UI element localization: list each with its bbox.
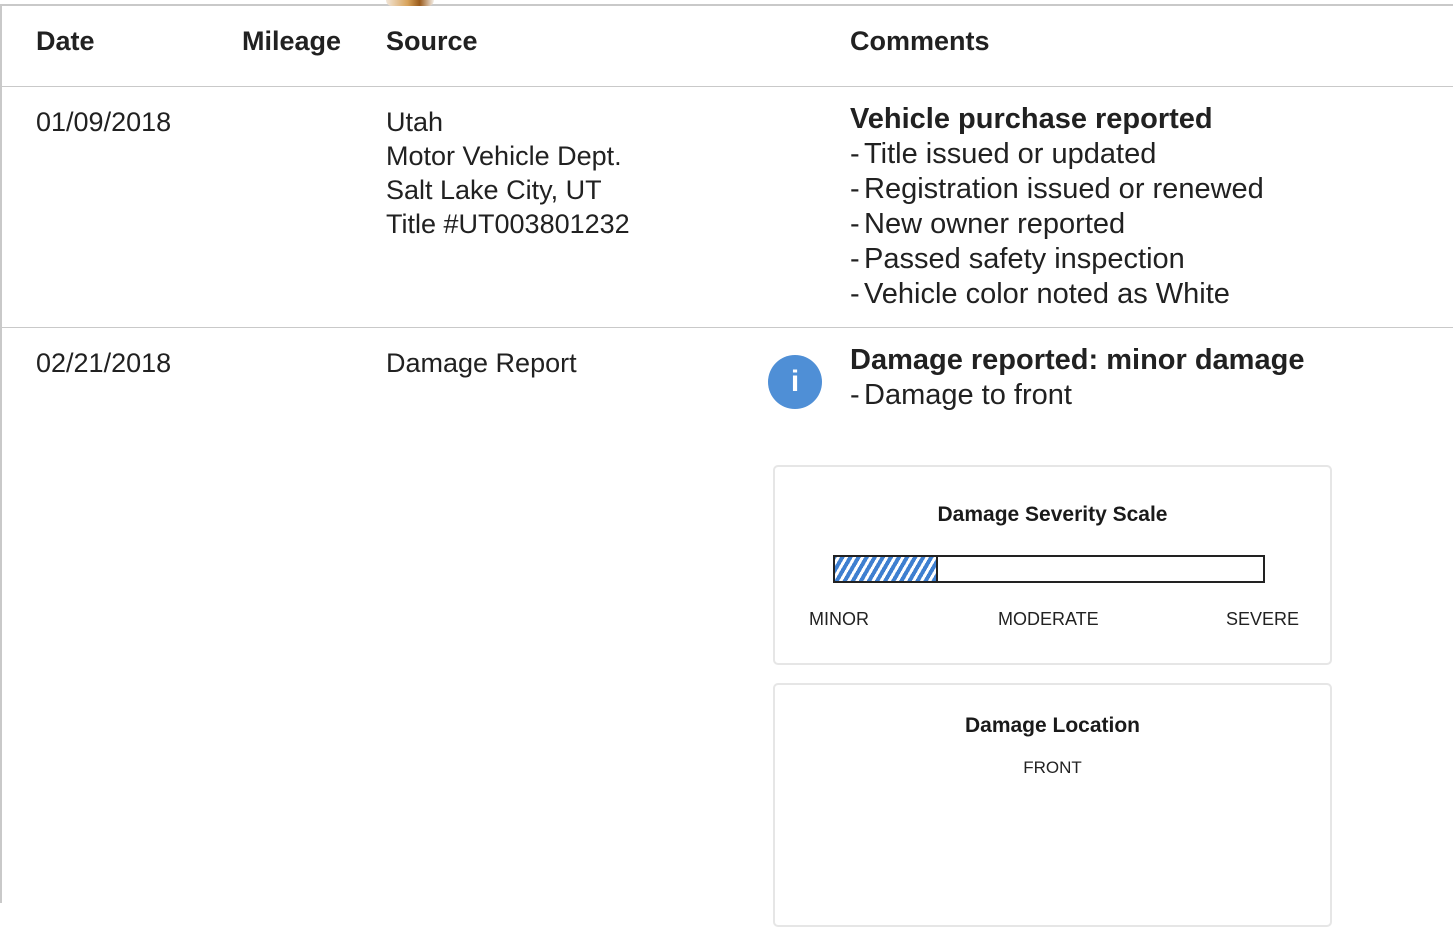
- location-label: FRONT: [1023, 758, 1082, 777]
- comment-item: Passed safety inspection: [850, 242, 1264, 277]
- header-date: Date: [36, 26, 95, 56]
- table-row: 01/09/2018 Utah Motor Vehicle Dept. Salt…: [2, 87, 1453, 328]
- comment-item: Vehicle color noted as White: [850, 277, 1264, 312]
- severity-label-moderate: MODERATE: [998, 609, 1099, 629]
- source-line: Damage Report: [386, 348, 577, 378]
- comment-item: New owner reported: [850, 207, 1264, 242]
- comment-item: Damage to front: [850, 378, 1304, 413]
- severity-title: Damage Severity Scale: [937, 503, 1168, 526]
- location-title: Damage Location: [964, 714, 1141, 737]
- comment-item: Registration issued or renewed: [850, 172, 1264, 207]
- comment-title: Vehicle purchase reported: [850, 103, 1213, 135]
- row-comments: Vehicle purchase reported Title issued o…: [850, 102, 1264, 312]
- severity-label-minor: MINOR: [809, 609, 869, 629]
- severity-scale-fill: [835, 557, 938, 581]
- source-line: Salt Lake City, UT: [386, 175, 602, 205]
- row-source: Damage Report: [386, 346, 577, 380]
- header-comments: Comments: [850, 26, 990, 56]
- severity-scale-bar: [833, 555, 1265, 583]
- source-line: Utah: [386, 107, 444, 137]
- comment-item: Title issued or updated: [850, 137, 1264, 172]
- source-line: Title #UT003801232: [386, 209, 630, 239]
- damage-location-card: Damage Location FRONT: [773, 683, 1332, 927]
- table-header: Date Mileage Source Comments: [2, 6, 1453, 87]
- row-date: 02/21/2018: [36, 348, 172, 378]
- info-icon[interactable]: i: [768, 355, 822, 409]
- severity-label-severe: SEVERE: [1226, 609, 1300, 629]
- header-mileage: Mileage: [242, 26, 342, 56]
- row-source: Utah Motor Vehicle Dept. Salt Lake City,…: [386, 105, 630, 241]
- comment-title: Damage reported: minor damage: [850, 344, 1305, 376]
- row-date: 01/09/2018: [36, 107, 172, 137]
- table-row: 02/21/2018 Damage Report i Damage report…: [2, 328, 1453, 927]
- header-source: Source: [386, 26, 478, 56]
- damage-severity-card: Damage Severity Scale MINOR MODERATE SEV…: [773, 465, 1332, 665]
- source-line: Motor Vehicle Dept.: [386, 141, 622, 171]
- row-comments: Damage reported: minor damage Damage to …: [850, 343, 1304, 413]
